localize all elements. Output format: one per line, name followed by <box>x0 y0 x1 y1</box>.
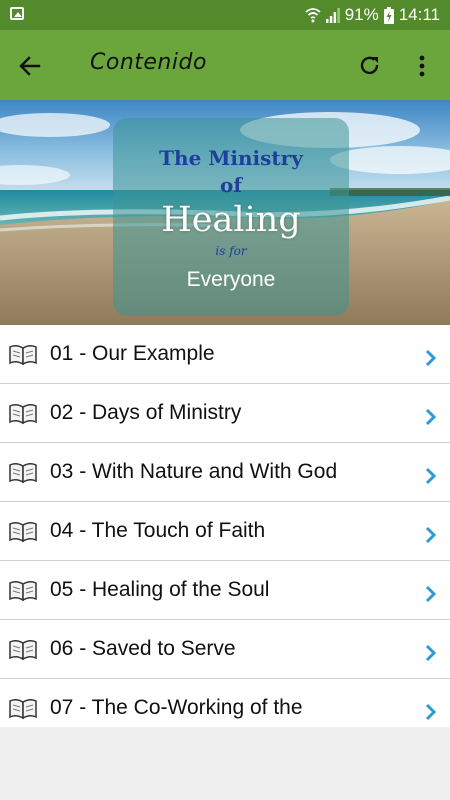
refresh-icon <box>360 56 379 75</box>
chevron-right-icon <box>425 585 437 603</box>
chevron-right-icon <box>425 703 437 721</box>
open-book-icon <box>9 698 37 720</box>
status-right: 91% 14:11 <box>305 5 440 25</box>
open-book-icon <box>9 521 37 543</box>
list-item[interactable]: 01 - Our Example <box>0 325 450 384</box>
list-item-label: 02 - Days of Ministry <box>50 401 242 424</box>
back-arrow-icon <box>19 56 41 76</box>
banner-line-1: The Ministry <box>159 146 303 170</box>
list-item[interactable]: 07 - The Co-Working of the <box>0 679 450 727</box>
chevron-right-icon <box>425 526 437 544</box>
open-book-icon <box>9 639 37 661</box>
more-vert-icon <box>419 55 425 77</box>
open-book-icon <box>9 462 37 484</box>
wifi-icon <box>305 8 321 23</box>
banner-line-5: Everyone <box>186 268 276 291</box>
signal-icon <box>325 8 340 23</box>
refresh-button[interactable] <box>352 48 388 84</box>
list-item-label: 07 - The Co-Working of the <box>50 696 303 719</box>
back-button[interactable] <box>12 48 48 84</box>
battery-percent: 91% <box>344 5 379 24</box>
list-item[interactable]: 05 - Healing of the Soul <box>0 561 450 620</box>
more-options-button[interactable] <box>406 48 438 84</box>
banner-line-4: is for <box>215 244 247 258</box>
list-item[interactable]: 04 - The Touch of Faith <box>0 502 450 561</box>
app-bar: Contenido <box>0 30 450 100</box>
page-title: Contenido <box>90 50 207 75</box>
status-bar: 91% 14:11 <box>0 0 450 30</box>
chapter-list: 01 - Our Example 02 - Days of Ministry 0… <box>0 325 450 727</box>
chevron-right-icon <box>425 467 437 485</box>
open-book-icon <box>9 403 37 425</box>
banner-title-box: The Ministry of Healing is for Everyone <box>113 118 349 316</box>
open-book-icon <box>9 344 37 366</box>
list-item-label: 03 - With Nature and With God <box>50 460 338 483</box>
gallery-icon <box>10 7 24 20</box>
list-item-label: 06 - Saved to Serve <box>50 637 236 660</box>
banner-line-3: Healing <box>161 200 301 240</box>
list-item-label: 05 - Healing of the Soul <box>50 578 270 601</box>
list-item-label: 01 - Our Example <box>50 342 215 365</box>
cover-banner: The Ministry of Healing is for Everyone <box>0 100 450 325</box>
status-time: 14:11 <box>398 5 440 24</box>
banner-line-2: of <box>220 173 242 197</box>
list-item[interactable]: 06 - Saved to Serve <box>0 620 450 679</box>
chevron-right-icon <box>425 349 437 367</box>
list-item[interactable]: 03 - With Nature and With God <box>0 443 450 502</box>
battery-charging-icon <box>383 6 394 24</box>
open-book-icon <box>9 580 37 602</box>
chevron-right-icon <box>425 408 437 426</box>
chevron-right-icon <box>425 644 437 662</box>
list-item-label: 04 - The Touch of Faith <box>50 519 266 542</box>
list-item[interactable]: 02 - Days of Ministry <box>0 384 450 443</box>
